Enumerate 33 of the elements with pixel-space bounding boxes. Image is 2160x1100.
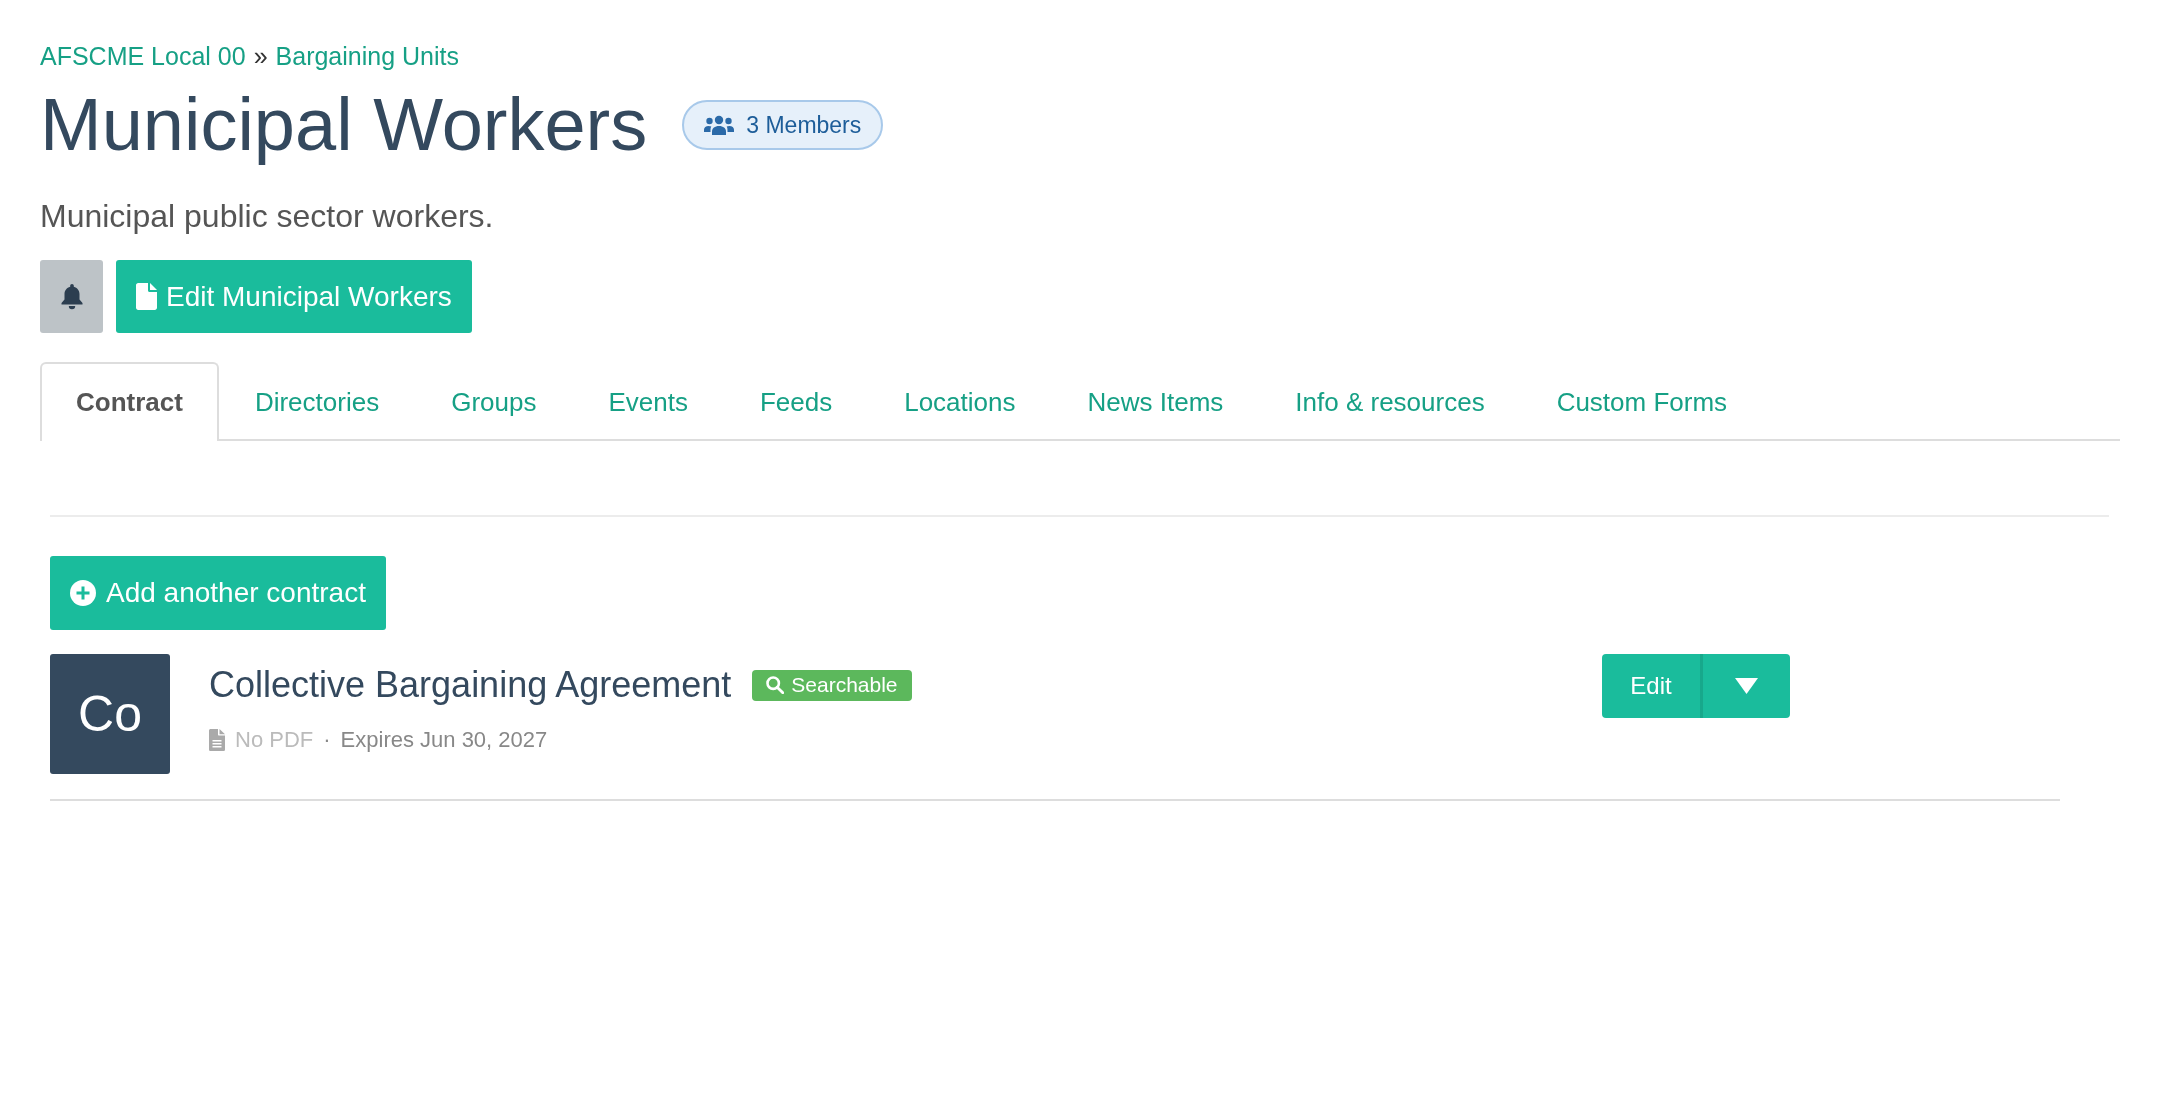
tab[interactable]: Locations [868,362,1052,441]
tab[interactable]: Events [572,362,724,441]
expiry-date: Expires Jun 30, 2027 [340,726,548,754]
search-icon [766,676,785,694]
document-icon [209,729,225,751]
edit-button[interactable]: Edit Municipal Workers [116,260,472,333]
tab[interactable]: Feeds [723,362,869,441]
contract-title[interactable]: Collective Bargaining Agreement [209,662,732,708]
meta-separator: · [323,726,331,754]
file-icon [136,283,157,310]
breadcrumb-link[interactable]: AFSCME Local 00 [40,39,246,73]
breadcrumb-separator: » [253,41,268,72]
caret-icon [1735,678,1758,694]
add-contract-button[interactable]: Add another contract [50,556,386,630]
tab[interactable]: Groups [415,362,573,441]
notification-button[interactable] [40,260,103,333]
tab[interactable]: Directories [218,362,416,441]
dropdown-toggle[interactable] [1700,654,1790,718]
members-button[interactable]: 3 Members [682,100,884,150]
bell-icon [60,283,83,310]
contract-avatar: Co [50,654,170,774]
plus-circle-icon [70,580,96,606]
tab[interactable]: Info & resources [1259,362,1521,441]
description-text: Municipal public sector workers. [40,197,495,236]
tab[interactable]: News Items [1051,362,1260,441]
users-icon [704,115,735,135]
breadcrumb-link[interactable]: Bargaining Units [275,39,459,73]
page-title: Municipal Workers [40,82,648,168]
tag-label: Searchable [791,673,898,697]
edit-contract-button[interactable]: Edit [1602,654,1700,718]
tab[interactable]: Contract [40,362,219,441]
tab[interactable]: Custom Forms [1520,362,1764,441]
pdf-status: No PDF [235,726,314,754]
